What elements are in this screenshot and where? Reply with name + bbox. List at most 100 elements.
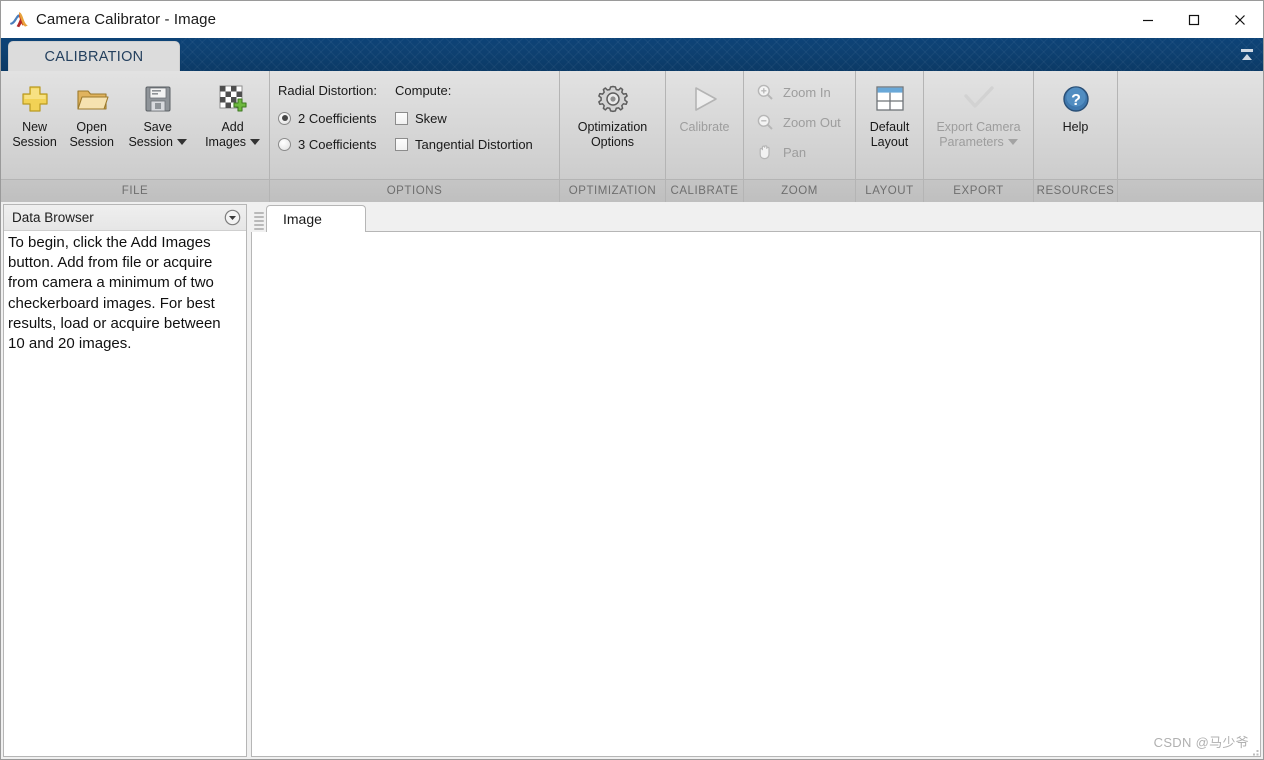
save-session-label-2: Session xyxy=(128,135,187,150)
window-title: Camera Calibrator - Image xyxy=(36,11,217,28)
pan-button[interactable]: Pan xyxy=(754,137,855,167)
optimization-options-label-1: Optimization xyxy=(577,120,648,134)
ribbon-mesh-pattern xyxy=(181,38,1263,71)
new-session-label-2: Session xyxy=(12,135,57,149)
checkerboard-add-icon xyxy=(217,81,249,117)
add-images-button[interactable]: Add Images xyxy=(196,77,269,150)
export-camera-parameters-label-1: Export Camera xyxy=(936,120,1021,134)
compute-group: Compute: Skew Tangential Distortion xyxy=(395,83,533,157)
chevron-down-circle-icon[interactable] xyxy=(223,208,242,227)
checkbox-tangential-distortion[interactable]: Tangential Distortion xyxy=(395,131,533,157)
ribbon-section-options-label: OPTIONS xyxy=(270,179,559,202)
add-images-caret-icon[interactable] xyxy=(250,139,261,146)
zoom-out-button[interactable]: Zoom Out xyxy=(754,107,855,137)
zoom-in-icon xyxy=(754,81,776,103)
collapse-ribbon-icon[interactable] xyxy=(1236,44,1258,66)
matlab-membrane-logo-icon xyxy=(9,11,29,29)
document-tab-bar: Image xyxy=(251,204,1261,232)
ribbon-section-zoom: Zoom In Zoom Out Pan ZOOM xyxy=(743,71,855,202)
data-browser-header: Data Browser xyxy=(4,205,246,231)
resize-grip-icon[interactable] xyxy=(1248,745,1260,757)
ribbon-section-layout: Default Layout LAYOUT xyxy=(855,71,923,202)
ribbon-section-options: Radial Distortion: 2 Coefficients 3 Coef… xyxy=(269,71,559,202)
export-camera-parameters-button[interactable]: Export Camera Parameters xyxy=(926,77,1032,150)
open-session-label-1: Open xyxy=(76,120,107,134)
save-session-caret-icon[interactable] xyxy=(176,139,187,146)
ribbon-section-calibrate: Calibrate CALIBRATE xyxy=(665,71,743,202)
main-work-area: Data Browser To begin, click the Add Ima… xyxy=(1,202,1263,759)
minimize-button[interactable] xyxy=(1125,1,1171,38)
zoom-in-label: Zoom In xyxy=(783,84,831,100)
open-session-label-2: Session xyxy=(69,135,114,149)
image-canvas[interactable] xyxy=(251,232,1261,757)
ribbon-tab-strip: CALIBRATION xyxy=(1,38,1263,71)
save-session-button[interactable]: Save Session xyxy=(121,77,194,150)
ribbon-section-resources-label: RESOURCES xyxy=(1034,179,1117,202)
checkbox-skew[interactable]: Skew xyxy=(395,105,533,131)
ribbon-section-layout-label: LAYOUT xyxy=(856,179,923,202)
radio-2-coefficients-icon[interactable] xyxy=(278,111,291,125)
checkmark-icon xyxy=(962,81,996,117)
tab-calibration[interactable]: CALIBRATION xyxy=(8,41,180,71)
add-images-label-2: Images xyxy=(205,135,261,150)
ribbon: New Session Open Session Save Session Ad… xyxy=(1,71,1263,202)
ribbon-section-calibrate-label: CALIBRATE xyxy=(666,179,743,202)
data-browser-message: To begin, click the Add Images button. A… xyxy=(8,234,221,353)
checkbox-tangential-distortion-icon[interactable] xyxy=(395,137,408,151)
drag-grip-icon[interactable] xyxy=(254,210,264,232)
window-controls xyxy=(1125,1,1263,38)
play-triangle-icon xyxy=(688,81,722,117)
radial-distortion-heading: Radial Distortion: xyxy=(278,83,377,98)
yellow-plus-icon xyxy=(18,81,52,117)
default-layout-label-2: Layout xyxy=(870,135,909,149)
open-session-button[interactable]: Open Session xyxy=(64,77,119,150)
data-browser-title: Data Browser xyxy=(12,210,94,225)
compute-heading: Compute: xyxy=(395,83,452,98)
calibrate-label: Calibrate xyxy=(679,120,730,134)
ribbon-section-export-label: EXPORT xyxy=(924,179,1033,202)
checkbox-skew-icon[interactable] xyxy=(395,111,408,125)
export-camera-parameters-caret-icon[interactable] xyxy=(1007,139,1018,146)
optimization-options-button[interactable]: Optimization Options xyxy=(567,77,659,150)
hand-pan-icon xyxy=(754,141,776,163)
watermark-text: CSDN @马少爷 xyxy=(1153,735,1249,750)
ribbon-filler-label xyxy=(1118,179,1263,202)
new-session-button[interactable]: New Session xyxy=(7,77,62,150)
export-camera-parameters-label-2: Parameters xyxy=(939,135,1018,150)
ribbon-section-file-label: FILE xyxy=(1,179,269,202)
maximize-button[interactable] xyxy=(1171,1,1217,38)
question-circle-icon: ? xyxy=(1061,81,1091,117)
grid-layout-icon xyxy=(873,81,907,117)
radio-2-coefficients[interactable]: 2 Coefficients xyxy=(278,105,377,131)
zoom-in-button[interactable]: Zoom In xyxy=(754,77,855,107)
default-layout-label-1: Default xyxy=(869,120,910,134)
ribbon-section-optimization: Optimization Options OPTIMIZATION xyxy=(559,71,665,202)
pan-label: Pan xyxy=(783,144,807,160)
calibrate-button[interactable]: Calibrate xyxy=(668,77,742,135)
zoom-out-label: Zoom Out xyxy=(783,114,841,130)
tab-image[interactable]: Image xyxy=(266,205,366,232)
radio-3-coefficients[interactable]: 3 Coefficients xyxy=(278,131,377,157)
help-button[interactable]: ? Help xyxy=(1048,77,1104,135)
ribbon-section-zoom-label: ZOOM xyxy=(744,179,855,202)
radial-distortion-group: Radial Distortion: 2 Coefficients 3 Coef… xyxy=(278,83,377,157)
checkbox-tangential-distortion-label: Tangential Distortion xyxy=(415,136,533,152)
camera-calibrator-window: Camera Calibrator - Image CALIBRATION Ne… xyxy=(0,0,1264,760)
radio-3-coefficients-icon[interactable] xyxy=(278,137,291,151)
default-layout-button[interactable]: Default Layout xyxy=(856,77,923,150)
floppy-disk-save-icon xyxy=(143,81,173,117)
ribbon-section-optimization-label: OPTIMIZATION xyxy=(560,179,665,202)
close-button[interactable] xyxy=(1217,1,1263,38)
svg-text:?: ? xyxy=(1071,92,1081,109)
radio-2-coefficients-label: 2 Coefficients xyxy=(298,110,377,126)
tab-image-label: Image xyxy=(283,211,322,227)
help-label: Help xyxy=(1062,120,1089,134)
ribbon-section-export: Export Camera Parameters EXPORT xyxy=(923,71,1033,202)
new-session-label-1: New xyxy=(22,120,48,134)
open-folder-icon xyxy=(75,81,109,117)
save-session-label-1: Save xyxy=(143,120,172,134)
document-panel: Image xyxy=(251,204,1261,757)
data-browser-panel: Data Browser To begin, click the Add Ima… xyxy=(3,204,247,757)
add-images-label-1: Add xyxy=(221,120,244,134)
title-bar: Camera Calibrator - Image xyxy=(1,1,1263,38)
